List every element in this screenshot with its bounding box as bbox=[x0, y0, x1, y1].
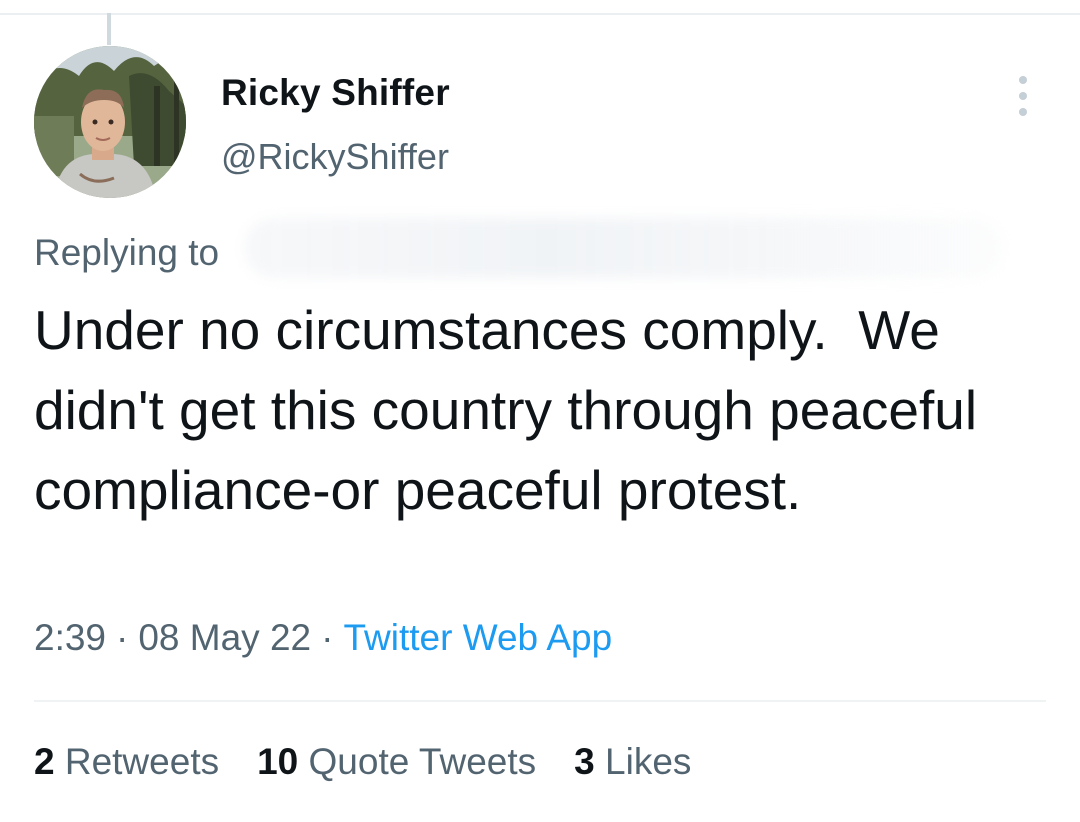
quote-tweets-stat[interactable]: 10 Quote Tweets bbox=[257, 741, 536, 783]
likes-count: 3 bbox=[574, 741, 595, 782]
tweet-metadata: 2:39 · 08 May 22 · Twitter Web App bbox=[34, 617, 612, 659]
likes-label: Likes bbox=[605, 741, 692, 782]
top-divider bbox=[0, 13, 1080, 15]
meta-separator: · bbox=[116, 617, 129, 658]
tweet-time[interactable]: 2:39 bbox=[34, 617, 106, 658]
author-handle[interactable]: @RickyShiffer bbox=[221, 136, 449, 178]
meta-separator: · bbox=[321, 617, 334, 658]
more-icon-dot bbox=[1019, 92, 1027, 100]
retweets-label: Retweets bbox=[64, 741, 220, 782]
stats-divider bbox=[34, 700, 1046, 702]
retweets-count: 2 bbox=[34, 741, 55, 782]
more-icon-dot bbox=[1019, 76, 1027, 84]
retweets-stat[interactable]: 2 Retweets bbox=[34, 741, 219, 783]
tweet-source-link[interactable]: Twitter Web App bbox=[343, 617, 612, 658]
likes-stat[interactable]: 3 Likes bbox=[574, 741, 691, 783]
quote-tweets-label: Quote Tweets bbox=[308, 741, 537, 782]
engagement-stats: 2 Retweets 10 Quote Tweets 3 Likes bbox=[34, 741, 691, 783]
thread-connector-line bbox=[107, 13, 111, 45]
tweet-text: Under no circumstances comply. We didn't… bbox=[34, 299, 993, 521]
replying-to-label: Replying to bbox=[34, 232, 220, 273]
avatar-photo bbox=[34, 46, 186, 198]
tweet-date[interactable]: 08 May 22 bbox=[138, 617, 311, 658]
redacted-mention bbox=[244, 218, 1004, 278]
more-icon-dot bbox=[1019, 108, 1027, 116]
avatar[interactable] bbox=[34, 46, 186, 198]
author-display-name[interactable]: Ricky Shiffer bbox=[221, 72, 450, 114]
quote-tweets-count: 10 bbox=[257, 741, 299, 782]
more-horizontal-icon[interactable] bbox=[1008, 76, 1038, 116]
